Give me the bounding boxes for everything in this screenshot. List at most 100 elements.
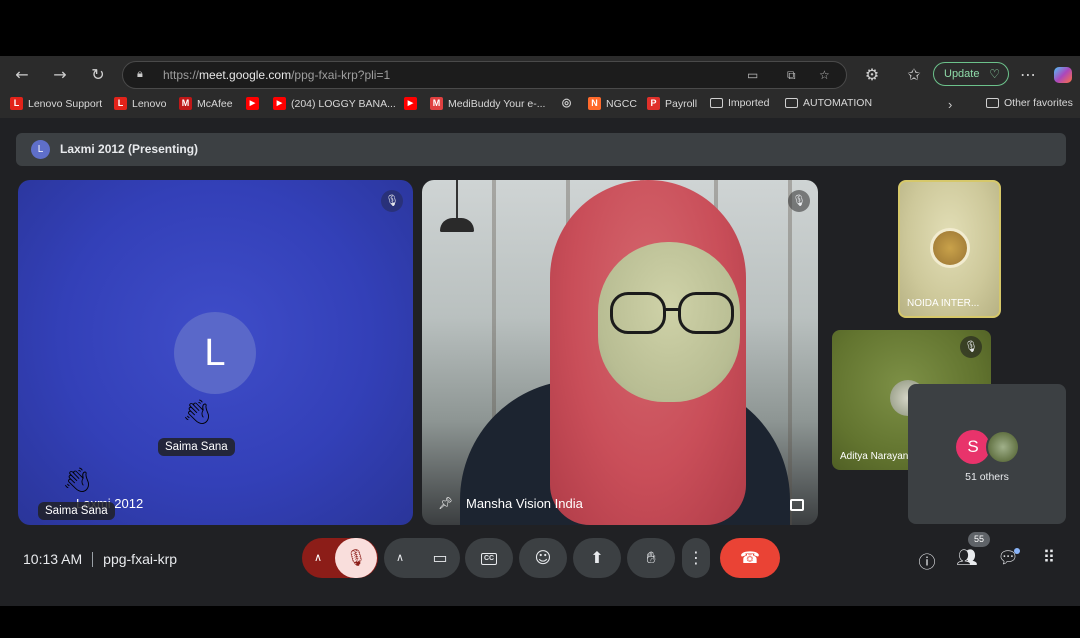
folder-icon xyxy=(785,98,798,108)
participant-name: Aditya Narayan xyxy=(840,451,909,462)
microphone-control: ∧ 🎙︎ xyxy=(302,538,378,578)
browser-chrome: ← → ↻ 🔒︎ https://meet.google.com/ppg-fxa… xyxy=(0,56,1080,118)
mic-off-button[interactable]: 🎙︎ xyxy=(335,538,377,578)
pin-icon[interactable]: 📌︎ xyxy=(438,496,453,510)
browser-nav-row: ← → ↻ 🔒︎ https://meet.google.com/ppg-fxa… xyxy=(0,60,1080,90)
extensions-icon[interactable]: ⚙ xyxy=(860,64,884,86)
mic-off-icon: 🎙︎ xyxy=(960,336,982,358)
participant-avatar: S xyxy=(956,430,990,464)
meeting-details-info-icon[interactable]: ⓘ xyxy=(915,548,939,573)
audio-settings-chevron-icon[interactable]: ∧ xyxy=(314,538,322,578)
screen: ← → ↻ 🔒︎ https://meet.google.com/ppg-fxa… xyxy=(0,56,1080,606)
people-count-badge: 55 xyxy=(968,532,990,547)
participant-avatar xyxy=(986,430,1020,464)
payroll-favicon-icon: P xyxy=(647,97,660,110)
mic-off-icon: 🎙︎ xyxy=(788,190,810,212)
youtube-favicon-icon: ▶ xyxy=(273,97,286,110)
bookmarks-overflow-chevron-icon[interactable]: › xyxy=(948,97,952,112)
address-bar[interactable]: 🔒︎ https://meet.google.com/ppg-fxai-krp?… xyxy=(122,61,847,89)
reaction-sender-name: Saima Sana xyxy=(158,438,235,456)
bookmark-payroll[interactable]: P Payroll xyxy=(647,97,697,110)
emoji-icon: ☺ xyxy=(534,548,552,567)
camera-button[interactable]: ▭ xyxy=(420,538,460,578)
url-text[interactable]: https://meet.google.com/ppg-fxai-krp?pli… xyxy=(163,68,390,82)
expand-icon[interactable] xyxy=(790,499,804,511)
back-icon[interactable]: ← xyxy=(10,64,34,86)
medibuddy-favicon-icon: M xyxy=(430,97,443,110)
wave-reaction-icon: 👋︎ xyxy=(182,398,213,426)
reload-icon[interactable]: ↻ xyxy=(86,64,110,86)
participant-tile-noida[interactable]: NOIDA INTER... xyxy=(898,180,1001,318)
settings-more-icon[interactable]: ⋯ xyxy=(1016,64,1040,86)
chat-notification-dot xyxy=(1014,548,1020,554)
bookmark-ngcc[interactable]: N NGCC xyxy=(588,97,637,110)
presenting-label: Laxmi 2012 (Presenting) xyxy=(60,142,199,156)
lenovo-favicon-icon: L xyxy=(114,97,127,110)
people-icon[interactable]: 👥︎ xyxy=(955,548,979,568)
youtube-favicon-icon: ▶ xyxy=(404,97,417,110)
meeting-info: 10:13 AM ppg-fxai-krp xyxy=(23,551,177,567)
favorite-star-icon[interactable]: ☆ xyxy=(819,68,830,82)
bookmark-folder-imported[interactable]: Imported xyxy=(710,97,769,109)
video-person-glasses xyxy=(610,292,666,334)
video-settings-chevron-icon[interactable]: ∧ xyxy=(396,538,404,578)
meet-stage: L Laxmi 2012 (Presenting) L 🎙︎ 👋︎ Saima … xyxy=(4,120,1080,606)
wave-reaction-icon: 👋︎ xyxy=(62,466,93,494)
camera-in-use-icon[interactable]: ▭ xyxy=(747,68,758,82)
more-options-button[interactable]: ⋮ xyxy=(682,538,710,578)
bookmarks-bar: L Lenovo Support L Lenovo M McAfee ▶ ▶ (204)… xyxy=(0,94,1080,116)
raise-hand-button[interactable]: ✋︎ xyxy=(627,538,675,578)
bookmark-lenovo[interactable]: L Lenovo xyxy=(114,97,166,110)
participant-tile-mansha[interactable]: 🎙︎ 📌︎ Mansha Vision India xyxy=(422,180,818,525)
bookmark-youtube-2[interactable]: ▶ xyxy=(404,97,422,110)
lenovo-favicon-icon: L xyxy=(10,97,23,110)
youtube-favicon-icon: ▶ xyxy=(246,97,259,110)
bookmark-other-favorites[interactable]: Other favorites xyxy=(986,97,1073,109)
bookmark-loggy-banana[interactable]: ▶ (204) LOGGY BANA... xyxy=(273,97,396,110)
bookmark-folder-automation[interactable]: AUTOMATION xyxy=(785,97,872,109)
camera-control: ∧ ▭ xyxy=(384,538,460,578)
folder-icon xyxy=(710,98,723,108)
video-person-glasses xyxy=(664,308,680,311)
copilot-icon[interactable] xyxy=(1054,67,1072,83)
bookmark-lenovo-support[interactable]: L Lenovo Support xyxy=(10,97,102,110)
present-screen-icon: ⬆ xyxy=(590,548,604,567)
bookmark-mcafee[interactable]: M McAfee xyxy=(179,97,233,110)
presenting-banner: L Laxmi 2012 (Presenting) xyxy=(16,133,1066,166)
meeting-code: ppg-fxai-krp xyxy=(103,551,178,567)
bookmark-youtube-1[interactable]: ▶ xyxy=(246,97,264,110)
bookmark-globe[interactable]: ◎ xyxy=(560,97,578,110)
participant-tile-laxmi[interactable]: L 🎙︎ 👋︎ Saima Sana Laxmi 2012 👋︎ Saima S… xyxy=(18,180,413,525)
activities-grid-icon[interactable]: ⠿ xyxy=(1037,548,1061,568)
leave-call-button[interactable]: ☎︎ xyxy=(720,538,780,578)
hand-icon: ✋︎ xyxy=(646,548,656,567)
favorites-icon[interactable]: ✩ xyxy=(902,64,926,86)
school-logo-icon xyxy=(930,228,970,268)
hang-up-icon: ☎︎ xyxy=(740,548,760,567)
bookmark-medibuddy[interactable]: M MediBuddy Your e-... xyxy=(430,97,545,110)
lamp-decoration xyxy=(440,218,474,232)
present-now-button[interactable]: ⬆ xyxy=(573,538,621,578)
update-heart-icon: ♡ xyxy=(989,67,1000,81)
reactions-button[interactable]: ☺ xyxy=(519,538,567,578)
site-info-icon[interactable]: 🔒︎ xyxy=(137,68,151,82)
video-person-glasses xyxy=(678,292,734,334)
forward-icon[interactable]: → xyxy=(48,64,72,86)
translate-icon[interactable]: ⧉ xyxy=(787,68,796,83)
mic-off-icon: 🎙︎ xyxy=(381,190,403,212)
lamp-decoration xyxy=(456,180,458,218)
update-button[interactable]: Update ♡ xyxy=(933,62,1009,86)
folder-icon xyxy=(986,98,999,108)
participant-tile-others[interactable]: S 51 others xyxy=(908,384,1066,524)
captions-icon: CC xyxy=(481,552,497,565)
ngcc-favicon-icon: N xyxy=(588,97,601,110)
globe-icon: ◎ xyxy=(561,97,572,109)
participant-name: Mansha Vision India xyxy=(466,496,583,511)
reaction-sender-name: Saima Sana xyxy=(38,502,115,520)
mcafee-favicon-icon: M xyxy=(179,97,192,110)
divider xyxy=(92,552,94,567)
participant-avatar: L xyxy=(174,312,256,394)
presenter-avatar: L xyxy=(31,140,50,159)
clock-time: 10:13 AM xyxy=(23,551,83,567)
captions-button[interactable]: CC xyxy=(465,538,513,578)
